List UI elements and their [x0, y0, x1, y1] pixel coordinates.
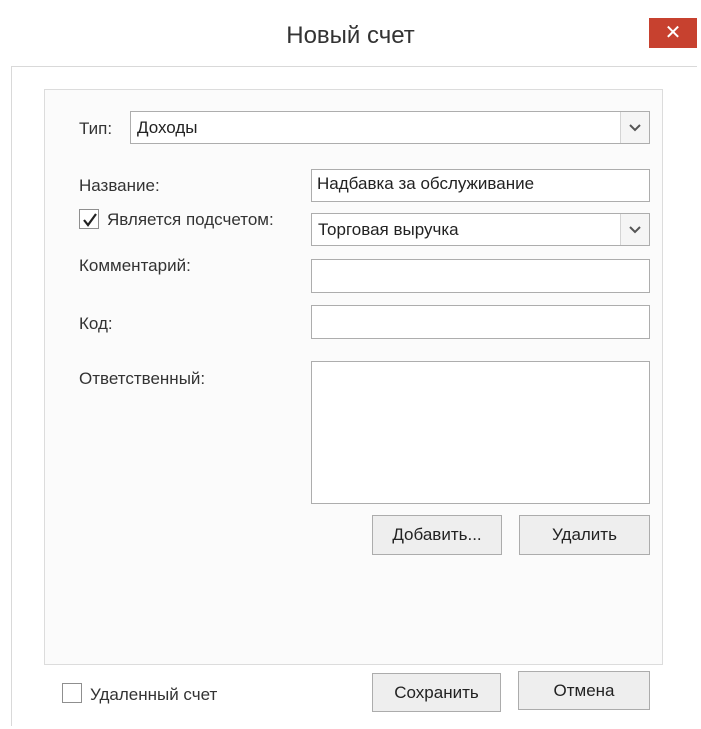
- chevron-down-icon: [629, 123, 641, 131]
- comment-field[interactable]: [311, 259, 650, 293]
- save-button[interactable]: Сохранить: [372, 673, 501, 712]
- parent-account-dropdown-button[interactable]: [620, 214, 649, 245]
- check-icon: [83, 213, 97, 227]
- type-select-value: Доходы: [137, 118, 198, 137]
- chevron-down-icon: [629, 225, 641, 233]
- parent-account-select-value: Торговая выручка: [318, 220, 459, 239]
- name-field[interactable]: Надбавка за обслуживание: [311, 169, 650, 202]
- deleted-account-checkbox[interactable]: [62, 683, 82, 703]
- close-icon: ✕: [664, 22, 682, 44]
- subaccount-label: Является подсчетом:: [107, 210, 274, 229]
- new-account-dialog: Новый счет ✕ Тип: Доходы Название: Надба…: [0, 0, 701, 729]
- code-field[interactable]: [311, 305, 650, 339]
- add-responsible-button[interactable]: Добавить...: [372, 515, 502, 555]
- cancel-button[interactable]: Отмена: [518, 671, 650, 710]
- code-label: Код:: [79, 314, 113, 333]
- type-select[interactable]: Доходы: [130, 111, 650, 144]
- dialog-title: Новый счет: [286, 22, 415, 49]
- close-button[interactable]: ✕: [649, 18, 697, 48]
- type-select-dropdown-button[interactable]: [620, 112, 649, 143]
- name-label: Название:: [79, 176, 160, 195]
- delete-responsible-button[interactable]: Удалить: [519, 515, 650, 555]
- responsible-label: Ответственный:: [79, 369, 206, 388]
- parent-account-select[interactable]: Торговая выручка: [311, 213, 650, 246]
- type-label: Тип:: [79, 119, 113, 138]
- responsible-list[interactable]: [311, 361, 650, 504]
- subaccount-checkbox[interactable]: [79, 209, 99, 229]
- comment-label: Комментарий:: [79, 256, 191, 275]
- deleted-account-label: Удаленный счет: [90, 685, 218, 704]
